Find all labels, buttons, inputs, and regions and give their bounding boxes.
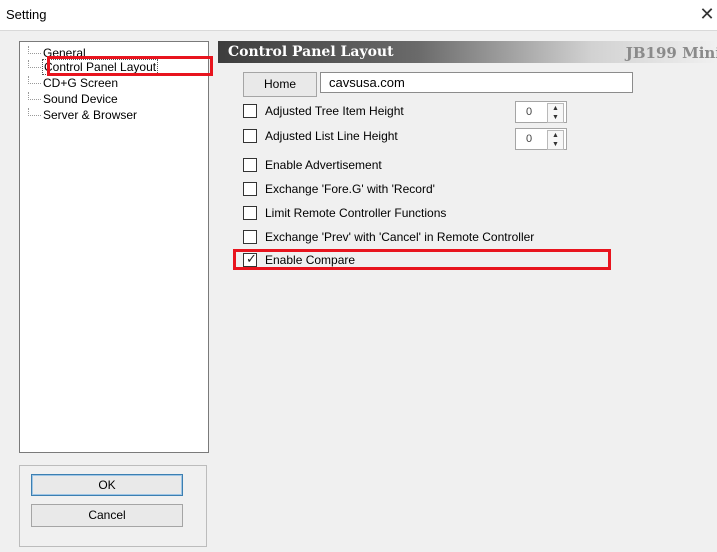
home-button[interactable]: Home	[243, 72, 317, 97]
brand-name: JB199 Mini	[625, 44, 717, 62]
cancel-button[interactable]: Cancel	[31, 504, 183, 527]
list-height-spinner[interactable]: 0 ▲ ▼	[515, 128, 567, 150]
checkbox[interactable]: ✓	[243, 104, 257, 118]
spin-up-icon[interactable]: ▲	[548, 104, 563, 113]
checkbox[interactable]: ✓	[243, 129, 257, 143]
panel-header: Control Panel Layout JB199 Mini	[218, 41, 717, 63]
checkbox[interactable]: ✓	[243, 230, 257, 244]
home-url-input[interactable]: cavsusa.com	[320, 72, 633, 93]
highlight-box-tree	[47, 56, 213, 76]
panel-title: Control Panel Layout	[228, 44, 394, 60]
spin-down-icon[interactable]: ▼	[548, 113, 563, 122]
window-title: Setting	[6, 7, 47, 22]
spin-up-icon[interactable]: ▲	[548, 131, 563, 140]
checkbox[interactable]: ✓	[243, 182, 257, 196]
settings-tree[interactable]: General Control Panel Layout CD+G Screen…	[19, 41, 209, 453]
tree-item-sound-device[interactable]: Sound Device	[28, 92, 118, 106]
close-icon[interactable]: ✕	[697, 4, 717, 24]
title-bar: Setting ✕	[0, 0, 717, 31]
tree-height-spinner[interactable]: 0 ▲ ▼	[515, 101, 567, 123]
checkbox[interactable]: ✓	[243, 206, 257, 220]
tree-item-server-browser[interactable]: Server & Browser	[28, 108, 137, 122]
highlight-box-compare	[233, 249, 611, 270]
tree-item-cdg-screen[interactable]: CD+G Screen	[28, 76, 118, 90]
ok-button[interactable]: OK	[31, 474, 183, 496]
checkbox[interactable]: ✓	[243, 158, 257, 172]
spin-down-icon[interactable]: ▼	[548, 140, 563, 149]
